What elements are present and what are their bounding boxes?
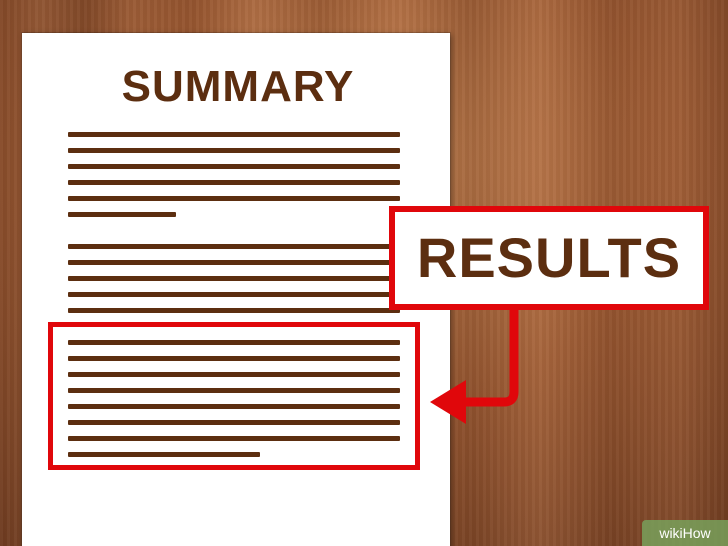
- text-line: [68, 212, 176, 217]
- text-line: [68, 148, 400, 153]
- text-line: [68, 164, 400, 169]
- document-title: SUMMARY: [121, 62, 355, 111]
- text-line: [68, 292, 400, 297]
- text-line: [68, 276, 400, 281]
- text-line: [68, 308, 400, 313]
- text-line: [68, 244, 400, 249]
- results-highlight-box: [48, 322, 420, 470]
- text-line: [68, 260, 400, 265]
- results-callout: RESULTS: [389, 206, 709, 310]
- watermark-text: wikiHow: [659, 525, 711, 541]
- results-callout-inner: RESULTS: [395, 212, 703, 304]
- text-line: [68, 132, 400, 137]
- text-line: [68, 196, 400, 201]
- text-line: [68, 180, 400, 185]
- wikihow-watermark: wikiHow: [642, 520, 728, 546]
- results-label: RESULTS: [416, 226, 682, 289]
